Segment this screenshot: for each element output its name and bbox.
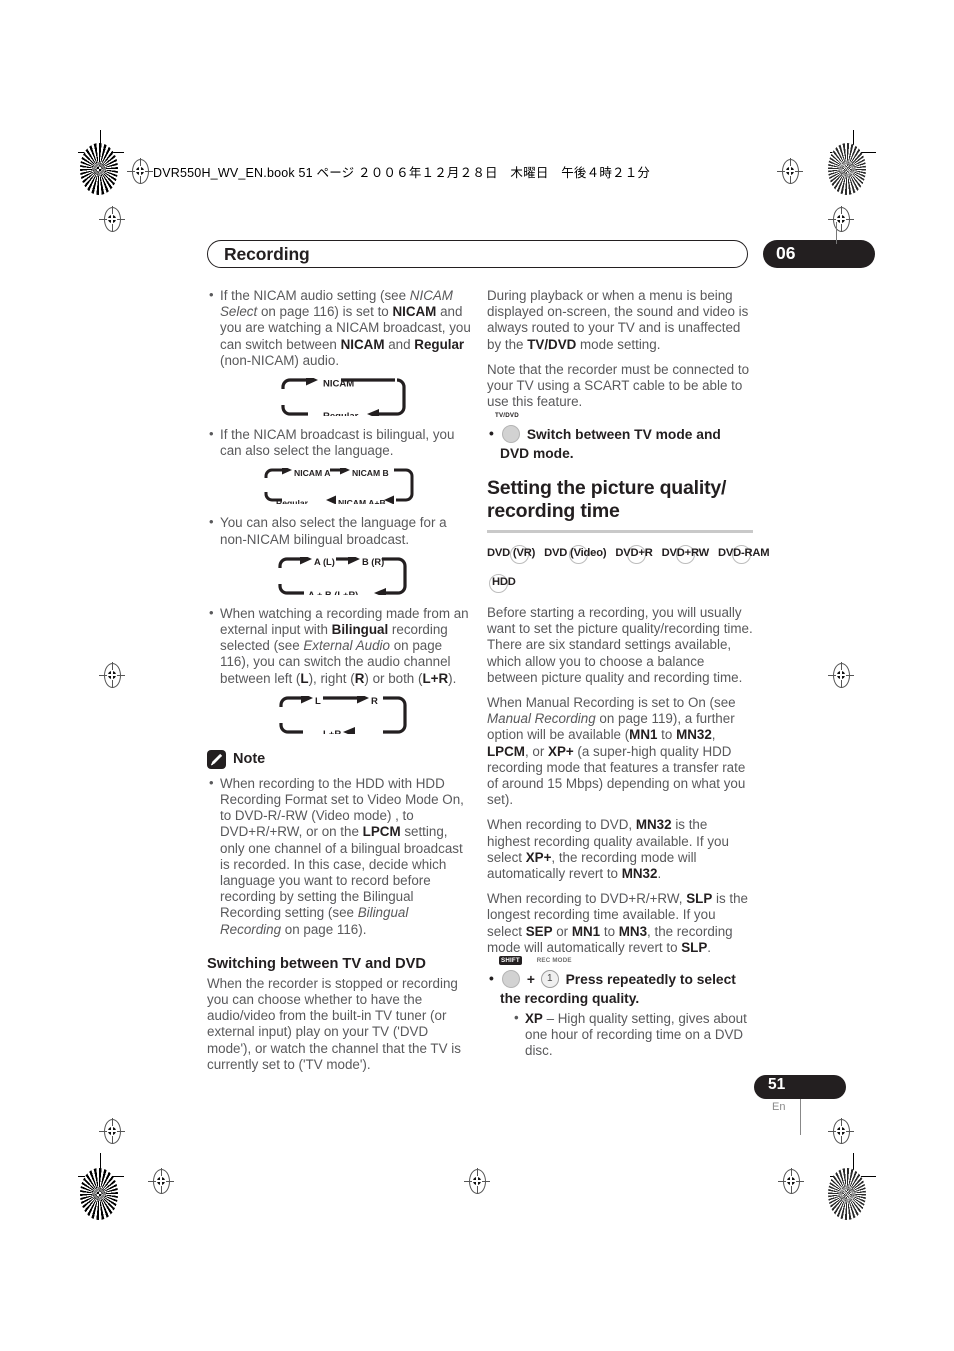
book-header-line: DVR550H_WV_EN.book 51 ページ ２００６年１２月２８日 木曜… [153, 166, 651, 180]
badge-hdd: HDD [487, 573, 516, 593]
section-heading-rule [487, 530, 753, 533]
plus-separator: + [526, 971, 535, 987]
badge-dvd-plus-r: DVD+R [615, 544, 653, 564]
chapter-tick-rule [836, 222, 837, 244]
star-target-bottom-right [828, 1168, 866, 1220]
paragraph-dvdplus-slp: When recording to DVD+R/+RW, SLP is the … [487, 891, 748, 955]
rec-mode-key-number: 1 [546, 972, 553, 984]
format-badge-row-1: DVD (VR) DVD (Video) DVD+R DVD+RW DVD-RA… [487, 544, 770, 564]
registration-mark-bottom-right [778, 1168, 804, 1194]
crop-mark-bottom-left [78, 1153, 124, 1199]
svg-text:A + B (L+R): A + B (L+R) [308, 590, 358, 595]
registration-mark-bottom-center [464, 1168, 490, 1194]
rec-mode-button-icon[interactable]: REC MODE 1 [537, 957, 572, 988]
pencil-icon [207, 749, 226, 769]
registration-mark-left-lower [99, 1118, 125, 1144]
subsection-heading-switching-tv-dvd: Switching between TV and DVD [207, 955, 426, 972]
svg-text:L: L [315, 696, 321, 707]
note-label: Note [233, 751, 266, 768]
paragraph-dvd-mn32: When recording to DVD, MN32 is the highe… [487, 817, 729, 881]
left-bullet-list-3: You can also select the language for a n… [207, 514, 473, 547]
format-badge-row-2: HDD [487, 573, 753, 593]
bullet-text: You can also select the language for a n… [220, 515, 447, 547]
bullet-nicam-audio-setting: If the NICAM audio setting (see NICAM Se… [207, 287, 473, 369]
page-number-badge: 51 [754, 1075, 846, 1099]
note-bullet-list: When recording to the HDD with HDD Recor… [207, 775, 473, 938]
bullet-text: When watching a recording made from an e… [220, 605, 469, 686]
section-heading-picture-quality: Setting the picture quality/ recording t… [487, 477, 727, 523]
badge-dvd-vr: DVD (VR) [487, 544, 535, 564]
paragraph-before-recording: Before starting a recording, you will us… [487, 604, 753, 685]
note-heading: Note [207, 749, 473, 769]
bullet-note-hdd-bilingual: When recording to the HDD with HDD Recor… [207, 775, 473, 938]
crop-mark-top-right [830, 130, 876, 176]
crop-mark-top-left [78, 130, 124, 176]
bullet-text: If the NICAM audio setting (see NICAM Se… [220, 288, 471, 368]
paragraph-scart-requirement: Note that the recorder must be connected… [487, 361, 750, 410]
star-target-top-right [828, 143, 866, 195]
registration-mark-bottom-left [148, 1168, 174, 1194]
star-target-bottom-left [80, 1168, 118, 1220]
svg-text:A (L): A (L) [314, 557, 335, 567]
registration-mark-right-lower [828, 1118, 854, 1144]
badge-dvd-plus-rw: DVD+RW [662, 544, 709, 564]
shift-button-icon[interactable]: SHIFT [499, 955, 522, 988]
shift-key-label: SHIFT [499, 955, 522, 965]
bullet-non-nicam-bilingual: You can also select the language for a n… [207, 514, 473, 547]
registration-mark-left-upper [99, 206, 125, 232]
tvdvd-button-icon[interactable]: TV/DVD [495, 412, 521, 444]
svg-text:NICAM A: NICAM A [294, 468, 330, 478]
cycle-nicam-regular: NICAM Regular [207, 378, 473, 417]
svg-text:R: R [371, 696, 378, 707]
left-column: If the NICAM audio setting (see NICAM Se… [207, 287, 473, 1082]
rec-mode-key-label: REC MODE [536, 956, 572, 964]
star-target-top-left [80, 143, 118, 195]
right-column: During playback or when a menu is being … [487, 288, 770, 1064]
footer-rule [800, 1099, 801, 1135]
svg-text:NICAM B: NICAM B [352, 468, 389, 478]
tvdvd-key-instruction: TV/DVD Switch between TV mode and DVD mo… [487, 412, 753, 463]
registration-mark-left-middle [99, 662, 125, 688]
bullet-xp-mode: XP – High quality setting, gives about o… [513, 1010, 753, 1060]
registration-mark-top-right [777, 158, 803, 184]
chapter-number: 06 [776, 243, 796, 263]
bullet-text: XP – High quality setting, gives about o… [525, 1010, 747, 1059]
left-bullet-list-2: If the NICAM broadcast is bilingual, you… [207, 426, 473, 459]
rec-mode-key-instruction: SHIFT + REC MODE 1 Press repeatedly to s… [487, 955, 753, 1060]
paragraph-playback-routing: During playback or when a menu is being … [487, 288, 749, 352]
paragraph-manual-recording: When Manual Recording is set to On (see … [487, 694, 746, 808]
page-title: Recording [224, 244, 310, 264]
tvdvd-key-label: TV/DVD [495, 412, 519, 420]
bullet-nicam-bilingual: If the NICAM broadcast is bilingual, you… [207, 426, 473, 459]
svg-text:NICAM: NICAM [323, 379, 354, 390]
page-number: 51 [768, 1076, 786, 1093]
crop-mark-bottom-right [830, 1153, 876, 1199]
rec-mode-sub-bullets: XP – High quality setting, gives about o… [500, 1010, 753, 1060]
svg-text:L+R: L+R [323, 729, 341, 734]
bullet-external-input-bilingual: When watching a recording made from an e… [207, 605, 473, 687]
svg-text:Regular: Regular [276, 498, 309, 504]
badge-dvd-ram: DVD-RAM [718, 544, 770, 564]
svg-text:Regular: Regular [323, 411, 359, 416]
left-bullet-list-1: If the NICAM audio setting (see NICAM Se… [207, 287, 473, 369]
cycle-l-r: L R L+R [207, 695, 473, 734]
prepress-marks [0, 0, 954, 1351]
cycle-ab-lr: A (L) B (R) A + B (L+R) [207, 556, 473, 595]
chapter-number-badge: 06 [763, 240, 875, 268]
svg-text:NICAM A+B: NICAM A+B [338, 498, 386, 504]
badge-dvd-video: DVD (Video) [544, 544, 607, 564]
bullet-text: When recording to the HDD with HDD Recor… [220, 775, 464, 937]
registration-mark-top-left [127, 158, 153, 184]
bullet-text: If the NICAM broadcast is bilingual, you… [220, 427, 455, 459]
chapter-header-bar: Recording [207, 240, 748, 268]
registration-mark-right-upper [828, 206, 854, 232]
rec-mode-instruction-text: Press repeatedly to select the recording… [500, 971, 736, 1006]
svg-text:B (R): B (R) [362, 557, 384, 567]
left-bullet-list-4: When watching a recording made from an e… [207, 605, 473, 687]
cycle-nicam-ab: NICAM A NICAM B Regular NICAM A+B [207, 468, 473, 505]
registration-mark-right-middle [828, 662, 854, 688]
subsection-body-switching-tv-dvd: When the recorder is stopped or recordin… [207, 975, 461, 1072]
page-language-code: En [772, 1101, 786, 1113]
tvdvd-instruction-text: Switch between TV mode and DVD mode. [500, 427, 721, 462]
